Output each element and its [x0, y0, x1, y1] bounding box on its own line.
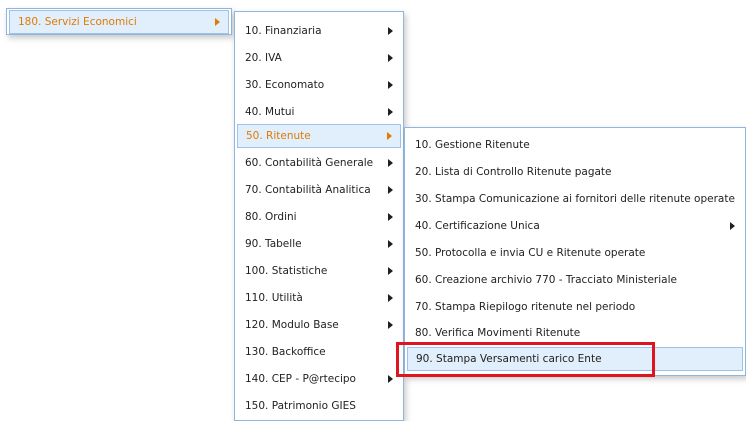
menu-item-protocolla-invia[interactable]: 50. Protocolla e invia CU e Ritenute ope… [407, 241, 743, 265]
menu-item-label: 120. Modulo Base [245, 319, 339, 331]
submenu-arrow-icon [388, 375, 393, 383]
menu-item-label: 20. IVA [245, 52, 282, 64]
menu-item-label: 150. Patrimonio GIES [245, 400, 356, 412]
submenu-arrow-icon [388, 267, 393, 275]
menu-item-statistiche[interactable]: 100. Statistiche [237, 259, 401, 283]
menu-item-label: 70. Contabilità Analitica [245, 184, 371, 196]
menu-item-ritenute[interactable]: 50. Ritenute [237, 124, 401, 148]
menu-item-label: 80. Verifica Movimenti Ritenute [415, 327, 581, 339]
menu-item-backoffice[interactable]: 130. Backoffice [237, 340, 401, 364]
menu-item-stampa-versamenti[interactable]: 90. Stampa Versamenti carico Ente [407, 347, 743, 371]
menu-item-tabelle[interactable]: 90. Tabelle [237, 232, 401, 256]
menu-item-patrimonio-gies[interactable]: 150. Patrimonio GIES [237, 394, 401, 418]
menu-level-1: 180. Servizi Economici [6, 8, 232, 35]
menu-item-label: 90. Stampa Versamenti carico Ente [416, 353, 602, 365]
menu-item-verifica-movimenti[interactable]: 80. Verifica Movimenti Ritenute [407, 321, 743, 345]
menu-item-label: 60. Contabilità Generale [245, 157, 374, 169]
top-strip [0, 0, 746, 4]
menu-item-servizi-economici[interactable]: 180. Servizi Economici [9, 10, 229, 34]
menu-item-label: 130. Backoffice [245, 346, 326, 358]
submenu-arrow-icon [388, 321, 393, 329]
submenu-arrow-icon [388, 213, 393, 221]
submenu-arrow-icon [387, 132, 392, 140]
menu-item-finanziaria[interactable]: 10. Finanziaria [237, 19, 401, 43]
submenu-arrow-icon [215, 18, 220, 26]
menu-item-label: 90. Tabelle [245, 238, 302, 250]
menu-item-cep-partecipo[interactable]: 140. CEP - P@rtecipo [237, 367, 401, 391]
menu-item-gestione-ritenute[interactable]: 10. Gestione Ritenute [407, 133, 743, 157]
menu-item-label: 10. Gestione Ritenute [415, 139, 530, 151]
menu-item-certificazione-unica[interactable]: 40. Certificazione Unica [407, 214, 743, 238]
submenu-arrow-icon [388, 27, 393, 35]
menu-item-label: 70. Stampa Riepilogo ritenute nel period… [415, 301, 636, 313]
menu-item-lista-controllo[interactable]: 20. Lista di Controllo Ritenute pagate [407, 160, 743, 184]
menu-item-economato[interactable]: 30. Economato [237, 73, 401, 97]
submenu-arrow-icon [388, 186, 393, 194]
menu-level-3: 10. Gestione Ritenute 20. Lista di Contr… [404, 127, 746, 376]
menu-item-label: 180. Servizi Economici [18, 16, 137, 28]
menu-item-label: 30. Economato [245, 79, 325, 91]
menu-item-label: 140. CEP - P@rtecipo [245, 373, 356, 385]
menu-item-label: 40. Certificazione Unica [415, 220, 540, 232]
menu-item-ordini[interactable]: 80. Ordini [237, 205, 401, 229]
submenu-arrow-icon [388, 240, 393, 248]
menu-item-contabilita-analitica[interactable]: 70. Contabilità Analitica [237, 178, 401, 202]
menu-item-contabilita-generale[interactable]: 60. Contabilità Generale [237, 151, 401, 175]
menu-item-label: 30. Stampa Comunicazione ai fornitori de… [415, 193, 735, 205]
menu-item-stampa-comunicazione[interactable]: 30. Stampa Comunicazione ai fornitori de… [407, 187, 743, 211]
menu-item-mutui[interactable]: 40. Mutui [237, 100, 401, 124]
menu-item-utilita[interactable]: 110. Utilità [237, 286, 401, 310]
menu-item-label: 80. Ordini [245, 211, 297, 223]
submenu-arrow-icon [388, 54, 393, 62]
submenu-arrow-icon [730, 222, 735, 230]
submenu-arrow-icon [388, 159, 393, 167]
menu-item-archivio-770[interactable]: 60. Creazione archivio 770 - Tracciato M… [407, 268, 743, 292]
menu-item-label: 20. Lista di Controllo Ritenute pagate [415, 166, 612, 178]
submenu-arrow-icon [388, 108, 393, 116]
menu-item-label: 40. Mutui [245, 106, 295, 118]
menu-item-stampa-riepilogo[interactable]: 70. Stampa Riepilogo ritenute nel period… [407, 295, 743, 319]
menu-item-iva[interactable]: 20. IVA [237, 46, 401, 70]
menu-item-label: 100. Statistiche [245, 265, 328, 277]
menu-item-label: 50. Ritenute [246, 130, 311, 142]
menu-item-label: 10. Finanziaria [245, 25, 322, 37]
menu-level-2: 10. Finanziaria 20. IVA 30. Economato 40… [234, 11, 404, 421]
submenu-arrow-icon [388, 81, 393, 89]
menu-item-label: 60. Creazione archivio 770 - Tracciato M… [415, 274, 677, 286]
submenu-arrow-icon [388, 294, 393, 302]
menu-item-label: 50. Protocolla e invia CU e Ritenute ope… [415, 247, 646, 259]
menu-item-modulo-base[interactable]: 120. Modulo Base [237, 313, 401, 337]
menu-item-label: 110. Utilità [245, 292, 303, 304]
